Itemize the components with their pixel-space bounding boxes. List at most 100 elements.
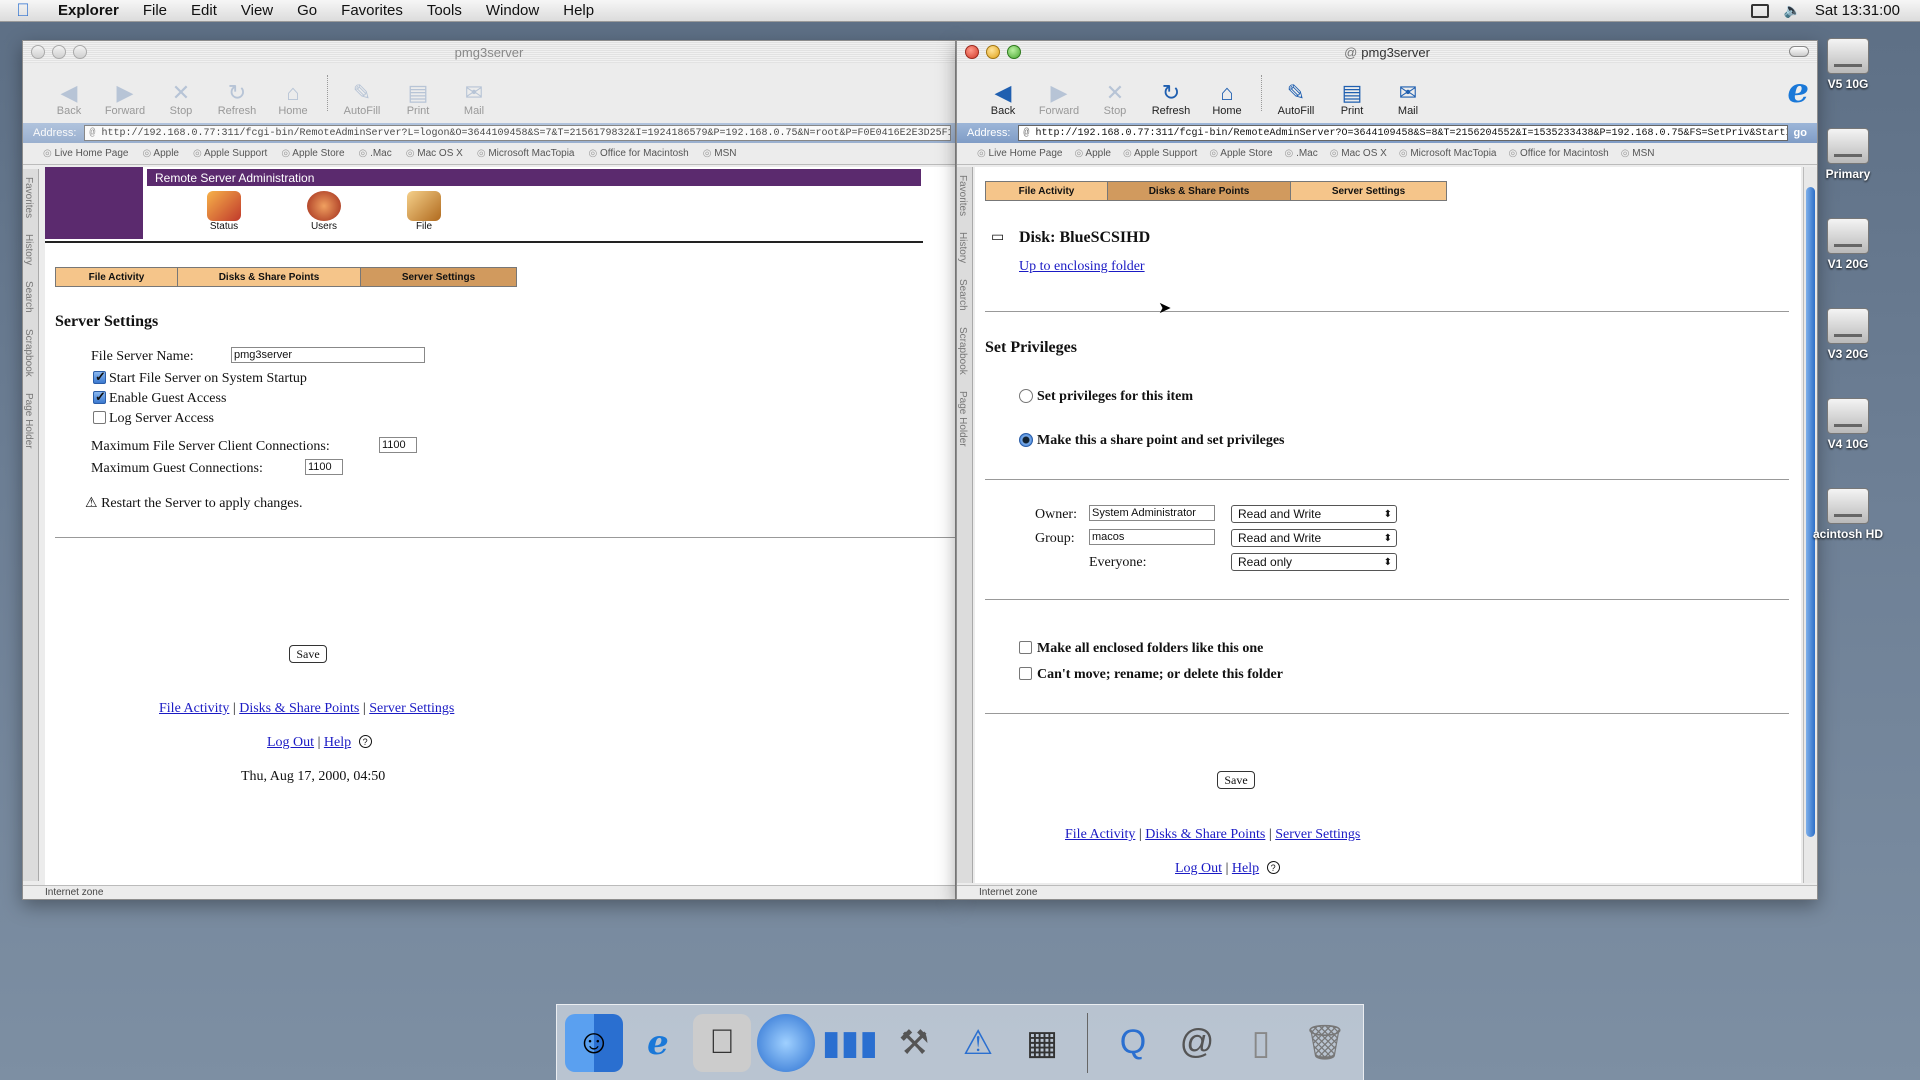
terminal-icon[interactable]: ▦ — [1013, 1014, 1071, 1072]
display-icon[interactable] — [1751, 3, 1770, 18]
zoom-button[interactable] — [1007, 45, 1021, 59]
fav-office[interactable]: Office for Macintosh — [1508, 148, 1609, 159]
link-help[interactable]: Help — [1232, 861, 1259, 876]
sidetab-history[interactable]: History — [957, 224, 968, 271]
group-privilege-select[interactable]: Read and Write ⬍ — [1231, 529, 1397, 547]
menu-favorites[interactable]: Favorites — [329, 2, 415, 19]
chart-app-icon[interactable]: ▮▮▮ — [821, 1014, 879, 1072]
up-to-enclosing-folder-link[interactable]: Up to enclosing folder — [1019, 259, 1145, 274]
fav-apple[interactable]: Apple — [142, 148, 179, 159]
sidetab-scrapbook[interactable]: Scrapbook — [23, 321, 34, 385]
link-file-activity[interactable]: File Activity — [159, 701, 229, 716]
fav-mactopia[interactable]: Microsoft MacTopia — [477, 148, 574, 159]
minimize-button[interactable] — [52, 45, 66, 59]
fav-msn[interactable]: MSN — [703, 148, 736, 159]
right-title-bar[interactable]: @ pmg3server — [957, 41, 1817, 63]
enclosed-folders-checkbox[interactable] — [1019, 641, 1032, 654]
menu-edit[interactable]: Edit — [179, 2, 229, 19]
sidetab-page-holder[interactable]: Page Holder — [23, 385, 34, 457]
refresh-button[interactable]: ↻ Refresh — [209, 81, 265, 118]
owner-privilege-select[interactable]: Read and Write ⬍ — [1231, 505, 1397, 523]
menu-help[interactable]: Help — [551, 2, 606, 19]
home-button[interactable]: ⌂ Home — [1199, 81, 1255, 118]
system-preferences-icon[interactable]:  — [693, 1013, 751, 1072]
owner-field[interactable]: System Administrator — [1089, 505, 1215, 521]
fav-macosx[interactable]: Mac OS X — [406, 148, 463, 159]
link-help[interactable]: Help — [324, 735, 351, 750]
save-button[interactable]: Save — [289, 645, 327, 663]
desktop-drive-v5[interactable]: V5 10G — [1808, 38, 1888, 91]
tab-server-settings[interactable]: Server Settings — [361, 268, 516, 286]
back-button[interactable]: ◀ Back — [41, 81, 97, 118]
menu-app-name[interactable]: Explorer — [46, 2, 131, 19]
finder-icon[interactable]: ☺ — [565, 1013, 623, 1072]
address-field[interactable]: @ http://192.168.0.77:311/fcgi-bin/Remote… — [84, 125, 951, 141]
developer-tools-icon[interactable]: ⚒ — [885, 1014, 943, 1072]
mail-button[interactable]: ✉ Mail — [446, 81, 502, 118]
startup-checkbox[interactable] — [93, 369, 106, 385]
no-move-checkbox[interactable] — [1019, 667, 1032, 680]
link-log-out[interactable]: Log Out — [267, 735, 314, 750]
desktop-drive-primary[interactable]: Primary — [1808, 128, 1888, 181]
menu-file[interactable]: File — [131, 2, 179, 19]
minimize-button[interactable] — [986, 45, 1000, 59]
menu-go[interactable]: Go — [285, 2, 329, 19]
mail-at-icon[interactable]: @ — [1168, 1014, 1226, 1072]
stop-button[interactable]: ✕ Stop — [153, 81, 209, 118]
sidetab-favorites[interactable]: Favorites — [23, 169, 34, 226]
fav-apple-store[interactable]: Apple Store — [281, 148, 344, 159]
fav-macosx[interactable]: Mac OS X — [1330, 148, 1387, 159]
fav-live-home[interactable]: Live Home Page — [43, 148, 129, 159]
toolbar-toggle-button[interactable] — [1789, 46, 1809, 57]
guest-checkbox[interactable] — [93, 389, 106, 405]
link-disks-share-points[interactable]: Disks & Share Points — [239, 701, 359, 716]
fav-dotmac[interactable]: .Mac — [359, 148, 392, 159]
share-point-radio[interactable] — [1019, 433, 1033, 447]
autofill-button[interactable]: ✎ AutoFill — [334, 81, 390, 118]
save-button[interactable]: Save — [1217, 771, 1255, 789]
network-globe-icon[interactable] — [757, 1013, 815, 1072]
max-guests-field[interactable]: 1100 — [305, 459, 343, 475]
print-button[interactable]: ▤ Print — [1324, 81, 1380, 118]
set-privileges-item-radio[interactable] — [1019, 389, 1033, 403]
tab-file-activity[interactable]: File Activity — [986, 182, 1108, 200]
fav-mactopia[interactable]: Microsoft MacTopia — [1399, 148, 1496, 159]
mail-button[interactable]: ✉ Mail — [1380, 81, 1436, 118]
group-field[interactable]: macos — [1089, 529, 1215, 545]
file-nav[interactable]: File — [407, 191, 441, 232]
desktop-drive-v3[interactable]: V3 20G — [1808, 308, 1888, 361]
tab-file-activity[interactable]: File Activity — [56, 268, 178, 286]
close-button[interactable] — [965, 45, 979, 59]
desktop-drive-v4[interactable]: V4 10G — [1808, 398, 1888, 451]
tab-disks-share-points[interactable]: Disks & Share Points — [178, 268, 361, 286]
network-utility-icon[interactable]: ⚠ — [949, 1014, 1007, 1072]
forward-button[interactable]: ▶ Forward — [97, 81, 153, 118]
left-title-bar[interactable]: pmg3server — [23, 41, 955, 63]
fav-apple[interactable]: Apple — [1074, 148, 1111, 159]
link-server-settings[interactable]: Server Settings — [1275, 827, 1360, 842]
menu-view[interactable]: View — [229, 2, 285, 19]
trash-icon[interactable]: 🗑 — [1296, 1014, 1354, 1072]
quicktime-icon[interactable]: Q — [1104, 1014, 1162, 1072]
fav-apple-support[interactable]: Apple Support — [1123, 148, 1197, 159]
refresh-button[interactable]: ↻ Refresh — [1143, 81, 1199, 118]
everyone-privilege-select[interactable]: Read only ⬍ — [1231, 553, 1397, 571]
sidetab-history[interactable]: History — [23, 226, 34, 273]
sidetab-page-holder[interactable]: Page Holder — [957, 383, 968, 455]
volume-icon[interactable]: 🔈 — [1783, 2, 1800, 19]
fav-apple-store[interactable]: Apple Store — [1209, 148, 1272, 159]
sidetab-favorites[interactable]: Favorites — [957, 167, 968, 224]
link-log-out[interactable]: Log Out — [1175, 861, 1222, 876]
autofill-button[interactable]: ✎ AutoFill — [1268, 81, 1324, 118]
fav-msn[interactable]: MSN — [1621, 148, 1654, 159]
link-file-activity[interactable]: File Activity — [1065, 827, 1135, 842]
documents-stack-icon[interactable]: ▯ — [1232, 1014, 1290, 1072]
address-field[interactable]: @ http://192.168.0.77:311/fcgi-bin/Remote… — [1018, 125, 1788, 141]
link-disks-share-points[interactable]: Disks & Share Points — [1145, 827, 1265, 842]
stop-button[interactable]: ✕ Stop — [1087, 81, 1143, 118]
sidetab-search[interactable]: Search — [957, 271, 968, 319]
apple-menu-icon[interactable]:  — [0, 0, 46, 21]
menu-clock[interactable]: Sat 13:31:00 — [1815, 2, 1900, 19]
link-server-settings[interactable]: Server Settings — [369, 701, 454, 716]
menu-window[interactable]: Window — [474, 2, 551, 19]
